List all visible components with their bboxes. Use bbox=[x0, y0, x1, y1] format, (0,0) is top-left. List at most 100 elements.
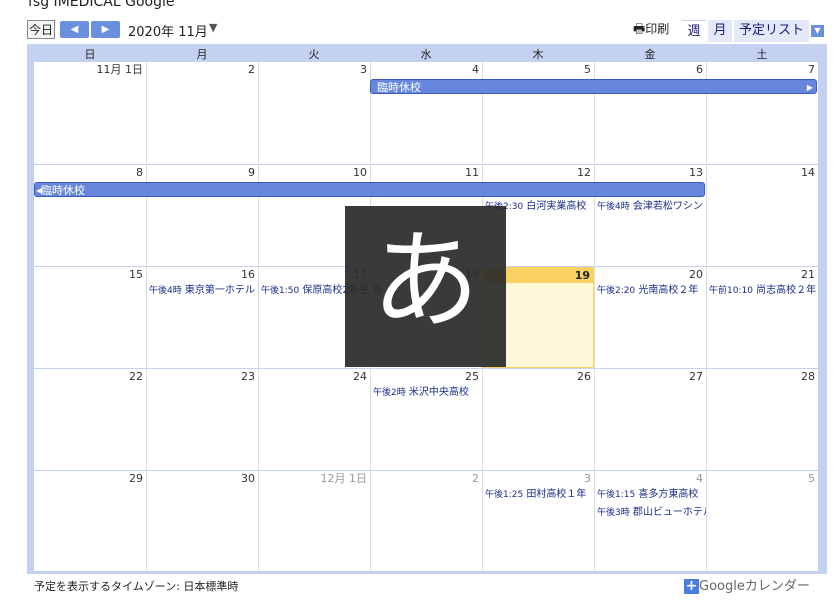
day-cell[interactable]: 5 bbox=[482, 62, 594, 163]
date-number[interactable]: 9 bbox=[147, 165, 258, 180]
day-cell[interactable]: 28 bbox=[706, 369, 818, 470]
day-cell[interactable]: 24 bbox=[258, 369, 370, 470]
print-button[interactable]: 🖶印刷 bbox=[633, 20, 669, 42]
day-cell[interactable]: 23 bbox=[146, 369, 258, 470]
day-cell[interactable]: 3 bbox=[258, 62, 370, 163]
date-number[interactable]: 2 bbox=[147, 62, 258, 77]
day-cell[interactable]: 15 bbox=[34, 267, 146, 368]
day-cell[interactable]: 14 bbox=[706, 165, 818, 266]
event-item[interactable]: 午後2:20 光南高校２年 bbox=[595, 282, 706, 300]
event-time: 午後2時 bbox=[373, 388, 406, 398]
weekday-label: 月 bbox=[196, 48, 208, 61]
event-item[interactable]: 午後4時 会津若松ワシントン bbox=[595, 198, 706, 216]
event-item[interactable]: 午後2時 米沢中央高校 bbox=[371, 384, 482, 402]
event-item[interactable]: 午後4時 東京第一ホテル bbox=[147, 282, 258, 300]
date-number[interactable]: 4 bbox=[595, 471, 706, 486]
date-number[interactable]: 6 bbox=[595, 62, 706, 77]
weekday-label: 木 bbox=[532, 48, 544, 61]
date-number[interactable]: 25 bbox=[371, 369, 482, 384]
day-cell[interactable]: 13午後2:25 安達東高校2年午後4時 会津若松ワシントン bbox=[594, 165, 706, 266]
event-title: 光南高校２年 bbox=[638, 285, 699, 296]
day-cell[interactable]: 20 午後2:20 光南高校２年 bbox=[594, 267, 706, 368]
date-number[interactable]: 28 bbox=[707, 369, 818, 384]
event-item[interactable]: 午後3時 郡山ビューホテル bbox=[595, 504, 706, 522]
ime-indicator: あ bbox=[345, 206, 506, 367]
app-title: fsg IMEDICAL Google bbox=[28, 0, 175, 10]
date-number[interactable]: 29 bbox=[34, 471, 146, 486]
day-cell[interactable]: 6 bbox=[594, 62, 706, 163]
date-number[interactable]: 10 bbox=[259, 165, 370, 180]
date-number[interactable]: 26 bbox=[483, 369, 594, 384]
day-cell[interactable]: 29 bbox=[34, 471, 146, 572]
day-cell[interactable]: 27 bbox=[594, 369, 706, 470]
date-number[interactable]: 15 bbox=[34, 267, 146, 282]
tab-month[interactable]: 月 bbox=[708, 20, 732, 42]
date-number[interactable]: 4 bbox=[371, 62, 482, 77]
printer-icon: 🖶 bbox=[633, 22, 646, 37]
event-item[interactable]: 午前10:10 尚志高校２年 bbox=[707, 282, 818, 300]
tab-agenda[interactable]: 予定リスト bbox=[734, 20, 809, 42]
event-time: 午後4時 bbox=[149, 286, 182, 296]
date-number[interactable]: 24 bbox=[259, 369, 370, 384]
event-title: 東京第一ホテル bbox=[184, 285, 255, 296]
date-number[interactable]: 22 bbox=[34, 369, 146, 384]
tab-dropdown-icon[interactable]: ▼ bbox=[811, 25, 824, 37]
date-number[interactable]: 3 bbox=[483, 471, 594, 486]
day-cell[interactable]: 4 午後1:15 喜多方東高校 午後3時 郡山ビューホテル bbox=[594, 471, 706, 572]
day-cell[interactable]: 21 午前10:10 尚志高校２年 bbox=[706, 267, 818, 368]
date-number[interactable]: 11 bbox=[371, 165, 482, 180]
month-dropdown-icon[interactable]: ▼ bbox=[209, 21, 217, 34]
date-number[interactable]: 5 bbox=[483, 62, 594, 77]
event-item[interactable]: 午後1:15 喜多方東高校 bbox=[595, 486, 706, 504]
toolbar: 今日 ◀ ▶ 2020年 11月 ▼ 🖶印刷 週 月 予定リスト ▼ bbox=[27, 20, 827, 42]
date-number[interactable]: 20 bbox=[595, 267, 706, 282]
date-number[interactable]: 13 bbox=[595, 165, 706, 180]
calendar-week-row: 29 30 12月 1日 2 3 午後1:25 田村高校１年 4 午後1:15 喜多方東高校午… bbox=[34, 470, 818, 572]
previous-month-button[interactable]: ◀ bbox=[60, 21, 89, 38]
date-number[interactable]: 27 bbox=[595, 369, 706, 384]
all-day-event-bar[interactable]: 臨時休校 ▶ bbox=[370, 79, 817, 94]
tab-week[interactable]: 週 bbox=[682, 20, 706, 42]
date-number[interactable]: 14 bbox=[707, 165, 818, 180]
day-cell[interactable]: 3 午後1:25 田村高校１年 bbox=[482, 471, 594, 572]
day-cell[interactable]: 4 bbox=[370, 62, 482, 163]
weekday-label: 水 bbox=[420, 48, 432, 61]
day-cell[interactable]: 25 午後2時 米沢中央高校 bbox=[370, 369, 482, 470]
date-number[interactable]: 11月 1日 bbox=[34, 62, 146, 77]
weekday-label: 日 bbox=[84, 48, 96, 61]
event-item[interactable]: 午後1:25 田村高校１年 bbox=[483, 486, 594, 504]
next-month-button[interactable]: ▶ bbox=[91, 21, 120, 38]
date-number[interactable]: 5 bbox=[707, 471, 818, 486]
day-cell[interactable]: 12月 1日 bbox=[258, 471, 370, 572]
date-number[interactable]: 12 bbox=[483, 165, 594, 180]
all-day-event-label: 臨時休校 bbox=[41, 184, 85, 197]
day-cell[interactable]: 2 bbox=[146, 62, 258, 163]
today-button[interactable]: 今日 bbox=[27, 20, 55, 39]
event-title: 郡山ビューホテル bbox=[632, 507, 706, 518]
date-number[interactable]: 8 bbox=[34, 165, 146, 180]
date-number[interactable]: 30 bbox=[147, 471, 258, 486]
weekday-label: 金 bbox=[644, 48, 656, 61]
date-number[interactable]: 16 bbox=[147, 267, 258, 282]
date-number[interactable]: 7 bbox=[707, 62, 818, 77]
date-number[interactable]: 3 bbox=[259, 62, 370, 77]
event-title: 白河実業高校 bbox=[526, 201, 587, 212]
date-number[interactable]: 23 bbox=[147, 369, 258, 384]
day-cell[interactable]: 16 午後4時 東京第一ホテル bbox=[146, 267, 258, 368]
day-cell[interactable]: 5 bbox=[706, 471, 818, 572]
print-label: 印刷 bbox=[645, 22, 670, 36]
day-cell[interactable]: 11月 1日 bbox=[34, 62, 146, 163]
day-cell[interactable]: 30 bbox=[146, 471, 258, 572]
day-cell[interactable]: 2 bbox=[370, 471, 482, 572]
date-number[interactable]: 21 bbox=[707, 267, 818, 282]
day-cell[interactable]: 26 bbox=[482, 369, 594, 470]
plus-icon: + bbox=[684, 578, 699, 594]
day-cell[interactable]: 7 bbox=[706, 62, 818, 163]
date-number[interactable]: 2 bbox=[371, 471, 482, 486]
all-day-event-bar[interactable]: 臨時休校 ◀ bbox=[34, 182, 705, 197]
google-calendar-link[interactable]: + Googleカレンダー bbox=[684, 575, 810, 594]
day-cell[interactable]: 9 bbox=[146, 165, 258, 266]
date-number[interactable]: 12月 1日 bbox=[259, 471, 370, 486]
day-cell[interactable]: 8 bbox=[34, 165, 146, 266]
day-cell[interactable]: 22 bbox=[34, 369, 146, 470]
